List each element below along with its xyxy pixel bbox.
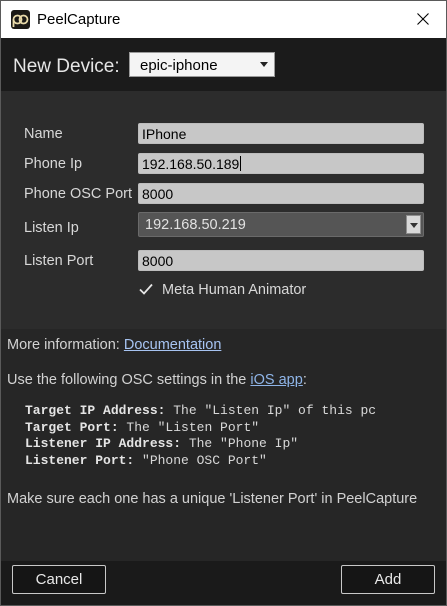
- listen-port-field[interactable]: 8000: [138, 250, 424, 271]
- peelcapture-dialog: PeelCapture New Device: epic-iphone Name…: [0, 0, 447, 606]
- osc-setting-row: Listener IP Address: The "Phone Ip": [25, 436, 376, 453]
- title-bar: PeelCapture: [1, 1, 446, 38]
- device-type-select[interactable]: epic-iphone: [129, 52, 275, 77]
- phone-osc-port-value: 8000: [142, 186, 174, 202]
- osc-setting-value: "Phone OSC Port": [134, 452, 267, 468]
- meta-human-checkbox[interactable]: [138, 281, 154, 297]
- name-field[interactable]: IPhone: [138, 123, 424, 144]
- new-device-label: New Device:: [13, 56, 120, 77]
- unique-port-note: Make sure each one has a unique 'Listene…: [7, 491, 418, 507]
- window-title: PeelCapture: [37, 11, 121, 28]
- new-device-header: New Device: epic-iphone: [1, 38, 446, 91]
- phone-osc-port-field[interactable]: 8000: [138, 183, 424, 204]
- peelcapture-logo-icon: [11, 10, 30, 29]
- osc-setting-row: Target Port: The "Listen Port": [25, 420, 376, 437]
- more-info-line: More information: Documentation: [7, 337, 221, 353]
- checkmark-icon: [139, 283, 153, 295]
- osc-setting-key: Target IP Address:: [25, 403, 166, 418]
- osc-setting-key: Target Port:: [25, 419, 119, 435]
- phone-osc-port-label: Phone OSC Port: [24, 186, 132, 202]
- osc-settings-block: Target IP Address: The "Listen Ip" of th…: [25, 403, 376, 469]
- osc-setting-row: Target IP Address: The "Listen Ip" of th…: [25, 403, 376, 420]
- phone-ip-value: 192.168.50.189: [142, 156, 240, 172]
- osc-setting-row: Listener Port: "Phone OSC Port": [25, 453, 376, 470]
- listen-port-value: 8000: [142, 253, 174, 269]
- listen-ip-dropdown-button[interactable]: [406, 215, 421, 234]
- cancel-button[interactable]: Cancel: [12, 565, 106, 594]
- osc-intro-line: Use the following OSC settings in the iO…: [7, 372, 307, 388]
- device-form: Name IPhone Phone Ip 192.168.50.189 Phon…: [1, 91, 446, 329]
- osc-setting-value: The "Listen Port": [118, 419, 260, 435]
- close-button[interactable]: [400, 1, 446, 38]
- listen-ip-select[interactable]: 192.168.50.219: [138, 212, 424, 237]
- phone-ip-field[interactable]: 192.168.50.189: [138, 153, 424, 174]
- chevron-down-icon: [260, 62, 268, 67]
- listen-ip-value: 192.168.50.219: [145, 217, 246, 233]
- osc-intro-prefix: Use the following OSC settings in the: [7, 372, 251, 388]
- ios-app-link[interactable]: iOS app: [250, 372, 302, 388]
- phone-ip-label: Phone Ip: [24, 156, 83, 172]
- dialog-footer: Cancel Add: [1, 561, 446, 605]
- chevron-down-icon: [410, 223, 418, 228]
- osc-setting-value: The "Phone Ip": [181, 436, 299, 451]
- osc-setting-value: The "Listen Ip" of this pc: [165, 403, 377, 418]
- meta-human-label: Meta Human Animator: [162, 282, 307, 298]
- name-label: Name: [24, 126, 63, 142]
- add-button[interactable]: Add: [341, 565, 435, 594]
- osc-intro-suffix: :: [302, 372, 307, 388]
- close-icon: [417, 13, 429, 25]
- name-value: IPhone: [142, 126, 187, 142]
- text-caret: [240, 156, 242, 171]
- osc-setting-key: Listener IP Address:: [25, 436, 182, 451]
- listen-port-label: Listen Port: [24, 253, 94, 269]
- more-info-prefix: More information:: [7, 337, 124, 353]
- device-type-value: epic-iphone: [140, 57, 218, 74]
- info-section: More information: Documentation Use the …: [1, 329, 446, 561]
- osc-setting-key: Listener Port:: [25, 452, 135, 468]
- documentation-link[interactable]: Documentation: [124, 337, 222, 353]
- listen-ip-label: Listen Ip: [24, 220, 79, 236]
